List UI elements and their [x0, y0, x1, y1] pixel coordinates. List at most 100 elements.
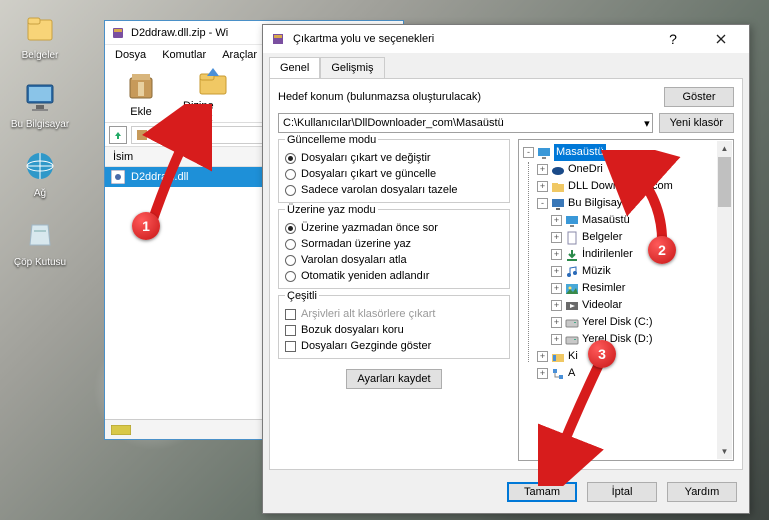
this-pc-icon[interactable]: Bu Bilgisayar [10, 79, 70, 130]
save-settings-button[interactable]: Ayarları kaydet [346, 369, 441, 389]
checkbox-option[interactable]: Arşivleri alt klasörlere çıkart [285, 308, 503, 320]
tree-node-label: Yerel Disk (D:) [582, 331, 653, 348]
dialog-titlebar[interactable]: Çıkartma yolu ve seçenekleri ? [263, 25, 749, 53]
tree-node[interactable]: +Resimler [523, 280, 729, 297]
tree-scrollbar[interactable]: ▲ ▼ [717, 141, 732, 459]
checkbox-label: Dosyaları Gezginde göster [301, 340, 431, 352]
radio-option[interactable]: Dosyaları çıkart ve değiştir [285, 152, 503, 164]
expand-icon[interactable]: + [537, 351, 548, 362]
dest-path-combo[interactable]: C:\Kullanıcılar\DllDownloader_com\Masaüs… [278, 113, 653, 133]
help-button-bottom[interactable]: Yardım [667, 482, 737, 502]
radio-option[interactable]: Sadece varolan dosyaları tazele [285, 184, 503, 196]
tab-advanced[interactable]: Gelişmiş [320, 57, 384, 78]
tree-node-label: Bu Bilgisayar [568, 195, 632, 212]
expand-icon[interactable]: + [537, 181, 548, 192]
desktop-icon-label: Belgeler [22, 50, 59, 61]
tree-node[interactable]: +Videolar [523, 297, 729, 314]
options-column: Güncelleme modu Dosyaları çıkart ve deği… [278, 139, 510, 461]
tree-node[interactable]: + Ki [523, 348, 729, 365]
network-icon-glyph [22, 148, 58, 184]
expand-icon[interactable]: + [551, 300, 562, 311]
dialog-tabs: Genel Gelişmiş [263, 53, 749, 78]
update-mode-legend: Güncelleme modu [285, 134, 378, 146]
tree-node[interactable]: +İndirilenler [523, 246, 729, 263]
tree-node[interactable]: + Yerel Disk (D:) [523, 331, 729, 348]
tree-videos-icon [565, 299, 579, 313]
recycle-bin-icon[interactable]: Çöp Kutusu [10, 217, 70, 268]
scroll-down-icon[interactable]: ▼ [717, 444, 732, 459]
expand-icon[interactable]: + [537, 164, 548, 175]
tool-add[interactable]: Ekle [111, 70, 171, 118]
tree-desktop-icon [565, 214, 579, 228]
radio-option[interactable]: Varolan dosyaları atla [285, 254, 503, 266]
tree-node[interactable]: +Müzik [523, 263, 729, 280]
network-icon[interactable]: Ağ [10, 148, 70, 199]
tab-body: Hedef konum (bulunmazsa oluşturulacak) G… [269, 78, 743, 470]
help-button[interactable]: ? [653, 25, 693, 53]
expand-icon[interactable]: + [551, 266, 562, 277]
radio-label: Sormadan üzerine yaz [301, 238, 411, 250]
expand-icon[interactable]: + [551, 215, 562, 226]
expand-icon[interactable]: - [523, 147, 534, 158]
tree-node-label: Belgeler [582, 229, 622, 246]
tree-disk-icon [565, 316, 579, 330]
folder-tree[interactable]: -Masaüstü+OneDri+DLL Downloader.com-Bu B… [518, 139, 734, 461]
tree-node[interactable]: +A [523, 365, 729, 382]
expand-icon[interactable]: + [551, 334, 562, 345]
status-icon [111, 425, 131, 435]
this-pc-icon-glyph [22, 79, 58, 115]
expand-icon[interactable]: + [551, 249, 562, 260]
tree-node-label: Masaüstü [554, 144, 606, 161]
documents-icon[interactable]: Belgeler [10, 10, 70, 61]
radio-option[interactable]: Sormadan üzerine yaz [285, 238, 503, 250]
expand-icon[interactable]: + [537, 368, 548, 379]
radio-option[interactable]: Dosyaları çıkart ve güncelle [285, 168, 503, 180]
tab-general[interactable]: Genel [269, 57, 320, 78]
tree-node[interactable]: - Masaüstü [523, 144, 729, 161]
close-button[interactable] [701, 25, 741, 53]
tree-pc-icon [551, 197, 565, 211]
update-mode-fieldset: Güncelleme modu Dosyaları çıkart ve deği… [278, 139, 510, 203]
menu-dosya[interactable]: Dosya [109, 47, 152, 63]
radio-icon [285, 185, 296, 196]
tree-node[interactable]: - Bu Bilgisayar [523, 195, 729, 212]
tree-node[interactable]: +OneDri [523, 161, 729, 178]
radio-icon [285, 223, 296, 234]
extract-dialog: Çıkartma yolu ve seçenekleri ? Genel Gel… [262, 24, 750, 514]
show-button[interactable]: Göster [664, 87, 734, 107]
extract-icon [196, 64, 230, 98]
expand-icon[interactable]: + [551, 232, 562, 243]
dialog-title: Çıkartma yolu ve seçenekleri [293, 33, 434, 45]
scroll-up-icon[interactable]: ▲ [717, 141, 732, 156]
tree-node-label: Ki [568, 348, 578, 365]
desktop-icon-label: Ağ [34, 188, 46, 199]
tree-node-label: DLL Downloader.com [568, 178, 673, 195]
new-folder-button[interactable]: Yeni klasör [659, 113, 734, 133]
scroll-thumb[interactable] [718, 157, 731, 207]
tree-disk-icon [565, 333, 579, 347]
menu-araçlar[interactable]: Araçlar [216, 47, 263, 63]
recycle-bin-icon-glyph [22, 217, 58, 253]
tree-node[interactable]: + Belgeler [523, 229, 729, 246]
expand-icon[interactable]: + [551, 317, 562, 328]
tree-downloads-icon [565, 248, 579, 262]
tool-extract[interactable]: Dizine Çıkart [183, 64, 243, 124]
radio-icon [285, 255, 296, 266]
menu-komutlar[interactable]: Komutlar [156, 47, 212, 63]
checkbox-option[interactable]: Dosyaları Gezginde göster [285, 340, 503, 352]
tree-node[interactable]: +Yerel Disk (C:) [523, 314, 729, 331]
tree-node[interactable]: +Masaüstü [523, 212, 729, 229]
radio-label: Üzerine yazmadan önce sor [301, 222, 438, 234]
checkbox-option[interactable]: Bozuk dosyaları koru [285, 324, 503, 336]
radio-option[interactable]: Üzerine yazmadan önce sor [285, 222, 503, 234]
expand-icon[interactable]: + [551, 283, 562, 294]
radio-option[interactable]: Otomatik yeniden adlandır [285, 270, 503, 282]
radio-icon [285, 153, 296, 164]
expand-icon[interactable]: - [537, 198, 548, 209]
desktop-icon-label: Bu Bilgisayar [11, 119, 69, 130]
tree-node[interactable]: + DLL Downloader.com [523, 178, 729, 195]
ok-button[interactable]: Tamam [507, 482, 577, 502]
radio-label: Dosyaları çıkart ve değiştir [301, 152, 431, 164]
up-button[interactable] [109, 126, 127, 144]
cancel-button[interactable]: İptal [587, 482, 657, 502]
